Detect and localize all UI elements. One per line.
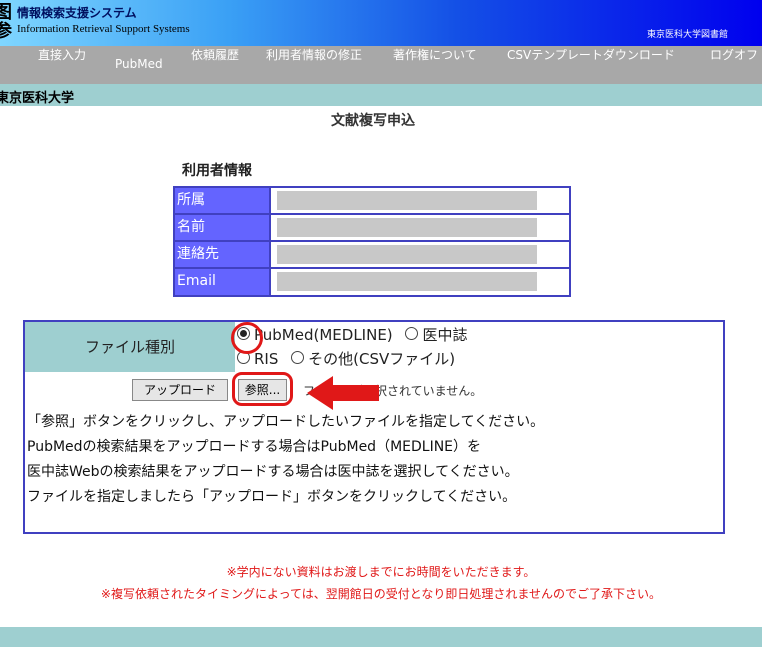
notice-text: ※学内にない資料はお渡しまでにお時間をいただきます。 (226, 565, 536, 579)
nav-edit-user-info[interactable]: 利用者情報の修正 (266, 48, 366, 82)
file-type-label: ファイル種別 (25, 322, 235, 372)
nav-logoff[interactable]: ログオフ (710, 48, 758, 82)
redacted-value (277, 245, 537, 264)
radio-icon[interactable] (405, 327, 419, 340)
name-label: 名前 (175, 215, 271, 240)
nav-direct-input[interactable]: 直接入力 (38, 48, 86, 82)
user-info-heading: 利用者情報 (182, 163, 252, 179)
main-nav: 直接入力 PubMed 依頼履歴 利用者情報の修正 著作権について CSVテンプ… (0, 46, 762, 84)
email-value (271, 269, 569, 295)
highlight-box-icon (232, 372, 293, 406)
nav-request-history[interactable]: 依頼履歴 (191, 48, 239, 82)
contact-value (271, 242, 569, 267)
radio-other-csv[interactable]: その他(CSVファイル) (291, 350, 455, 368)
organization-name: 東京医科大学図書館 (646, 30, 728, 40)
nav-copyright[interactable]: 著作権について (393, 48, 477, 82)
instruction-line: PubMedの検索結果をアップロードする場合はPubMed（MEDLINE）を (27, 439, 482, 455)
user-info-row: 連絡先 (175, 242, 569, 269)
instruction-line: ファイルを指定しましたら「アップロード」ボタンをクリックしてください。 (27, 489, 517, 505)
redacted-value (277, 218, 537, 237)
footer-bar (0, 627, 762, 647)
app-title-english: Information Retrieval Support Systems (17, 23, 190, 35)
institution-bar: 東京医科大学 (0, 84, 762, 106)
name-value (271, 215, 569, 240)
contact-label: 連絡先 (175, 242, 271, 267)
user-info-row: Email (175, 269, 569, 295)
user-info-table: 所属 名前 連絡先 Email (173, 186, 571, 297)
user-info-row: 名前 (175, 215, 569, 242)
radio-ichushi[interactable]: 医中誌 (405, 326, 467, 344)
logo-icon: 图参 (0, 2, 12, 42)
file-type-options-row-1: PubMed(MEDLINE) 医中誌 (237, 324, 467, 345)
affiliation-label: 所属 (175, 188, 271, 213)
notice-text: ※複写依頼されたタイミングによっては、翌開館日の受付となり即日処理されませんので… (100, 587, 662, 601)
instruction-line: 「参照」ボタンをクリックし、アップロードしたいファイルを指定してください。 (27, 414, 545, 430)
email-label: Email (175, 269, 271, 295)
upload-instructions: 「参照」ボタンをクリックし、アップロードしたいファイルを指定してください。 Pu… (27, 410, 544, 510)
upload-button[interactable]: アップロード (132, 379, 228, 401)
institution-name: 東京医科大学 (0, 91, 75, 106)
red-arrow-icon (307, 376, 379, 410)
upload-panel: ファイル種別 PubMed(MEDLINE) 医中誌 RIS その他(CSVファ… (23, 320, 725, 534)
radio-icon[interactable] (291, 351, 305, 364)
app-title: 情報検索支援システム (17, 6, 137, 20)
redacted-value (277, 272, 537, 291)
instruction-line: 医中誌Webの検索結果をアップロードする場合は医中誌を選択してください。 (27, 464, 519, 480)
affiliation-value (271, 188, 569, 213)
redacted-value (277, 191, 537, 210)
user-info-row: 所属 (175, 188, 569, 215)
file-type-options-row-2: RIS その他(CSVファイル) (237, 348, 455, 369)
page-title: 文献複写申込 (331, 113, 415, 129)
nav-csv-template-download[interactable]: CSVテンプレートダウンロード (507, 48, 677, 82)
highlight-circle-icon (231, 322, 263, 354)
header-banner: 图参 情報検索支援システム Information Retrieval Supp… (0, 0, 762, 46)
